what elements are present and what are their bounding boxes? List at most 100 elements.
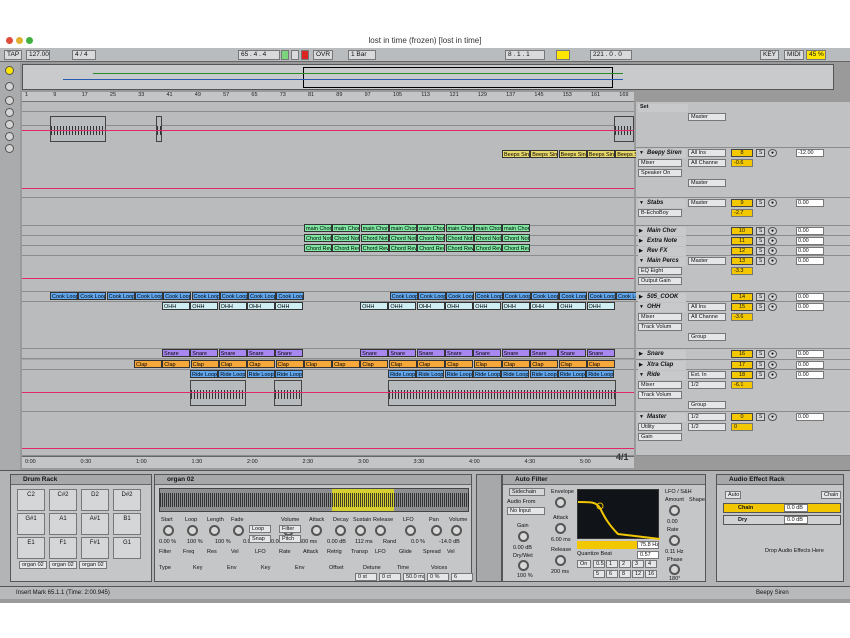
key-map-button[interactable]: KEY: [760, 50, 780, 60]
ride-loop-clip[interactable]: Ride Loop: [388, 370, 417, 378]
arm-button[interactable]: ●: [768, 247, 777, 255]
quantize-beat-button[interactable]: 16: [645, 570, 657, 578]
ohh-clip[interactable]: OHH: [388, 302, 417, 310]
simpler-param-value[interactable]: 0.00 dB: [327, 539, 346, 545]
snare-clip[interactable]: Snare: [586, 349, 615, 357]
simpler-param-value[interactable]: 112 ms: [355, 539, 373, 545]
cook-loop-clip[interactable]: Cook Loop: [474, 292, 503, 300]
param-select[interactable]: Track Volum: [638, 323, 682, 331]
folder-icon-4[interactable]: [5, 132, 14, 141]
drum-pad[interactable]: F#1: [81, 537, 109, 559]
main-chord-clip[interactable]: main Chor: [388, 224, 417, 232]
track-delay-value[interactable]: -12.00: [796, 149, 824, 157]
folder-icon-2[interactable]: [5, 108, 14, 117]
simpler-knob[interactable]: [335, 525, 346, 536]
auto-button[interactable]: Auto: [725, 491, 741, 499]
track-name[interactable]: Extra Note: [638, 237, 686, 246]
solo-button[interactable]: S: [756, 149, 765, 157]
tempo-field[interactable]: 127.00: [26, 50, 50, 60]
output-select[interactable]: Group: [688, 401, 726, 409]
snare-clip[interactable]: Snare: [445, 349, 473, 357]
arrangement-lane[interactable]: [22, 102, 634, 112]
track-name[interactable]: 505_COOK: [638, 293, 686, 302]
chain-volume[interactable]: 0.0 dB: [784, 504, 808, 512]
input-select[interactable]: Master: [688, 257, 726, 265]
ohh-clip[interactable]: OHH: [246, 302, 275, 310]
track-number[interactable]: 0: [731, 413, 753, 421]
track-delay-value[interactable]: 0.00: [796, 303, 824, 311]
chord-note-clip[interactable]: Chord Not: [304, 234, 332, 242]
quantize-beat-button[interactable]: 4: [645, 560, 657, 568]
cook-loop-clip[interactable]: Cook Loop: [502, 292, 531, 300]
quantize-beat-button[interactable]: 1: [606, 560, 618, 568]
track-header[interactable]: Master1/2 Utility 1/2 Gain 0S● 0 0.00: [636, 412, 850, 456]
drum-pad[interactable]: B1: [113, 513, 141, 535]
cook-loop-clip[interactable]: Cook Loop: [78, 292, 107, 300]
beepy-clip[interactable]: Beeps Sin: [586, 150, 615, 158]
cook-loop-clip[interactable]: Cook Loop: [276, 292, 305, 300]
ride-loop-clip[interactable]: Ride Loop: [218, 370, 247, 378]
snare-clip[interactable]: Snare: [360, 349, 389, 357]
follow-icon[interactable]: [5, 66, 14, 75]
input-select[interactable]: Master: [688, 199, 726, 207]
volume-value[interactable]: -3.3: [731, 267, 753, 275]
cook-loop-clip[interactable]: Cook Loop: [219, 292, 248, 300]
waveform-clip[interactable]: [614, 116, 634, 142]
simpler-knob[interactable]: [355, 525, 366, 536]
input-select[interactable]: 1/2: [688, 413, 726, 421]
track-name[interactable]: Rev FX: [638, 247, 686, 256]
track-name[interactable]: Stabs: [638, 199, 686, 208]
q-value[interactable]: 0.57: [637, 551, 659, 559]
track-header[interactable]: Master: [636, 112, 850, 148]
track-header[interactable]: Extra Note 11S● 0.00: [636, 236, 850, 246]
chord-note-clip[interactable]: Chord Not: [502, 234, 531, 242]
clap-clip[interactable]: Clap: [303, 360, 332, 368]
simpler-bottom-value[interactable]: 0 %: [427, 573, 449, 581]
track-delay-value[interactable]: 0.00: [796, 199, 824, 207]
beat-ruler[interactable]: 1 9 17 25 33 41 49 57 65 73 81 89 97 105 113 121 129 137 1…: [22, 92, 634, 102]
track-number[interactable]: 13: [731, 257, 753, 265]
amount-value[interactable]: 0.00: [667, 519, 678, 525]
ride-loop-clip[interactable]: Ride Loop: [416, 370, 445, 378]
beepy-clip[interactable]: Beeps Sin: [558, 150, 587, 158]
sample-waveform[interactable]: [159, 488, 470, 512]
arm-button[interactable]: ●: [768, 227, 777, 235]
chord-rev-clip[interactable]: Chord Rev: [502, 244, 531, 252]
track-number[interactable]: 16: [731, 350, 753, 358]
drop-zone[interactable]: Drop Audio Effects Here: [765, 548, 824, 554]
cook-loop-clip[interactable]: Cook Loop: [248, 292, 277, 300]
chord-note-clip[interactable]: Chord Not: [360, 234, 389, 242]
simpler-param-value[interactable]: -14.0 dB: [439, 539, 460, 545]
simpler-button[interactable]: Filter: [279, 525, 301, 533]
track-header[interactable]: Snare 16S● 0.00: [636, 349, 850, 360]
arm-button[interactable]: ●: [768, 371, 777, 379]
phase-knob[interactable]: [669, 564, 680, 575]
solo-button[interactable]: S: [756, 237, 765, 245]
volume-value[interactable]: -2.7: [731, 209, 753, 217]
simpler-knob[interactable]: [311, 525, 322, 536]
dry-volume[interactable]: 0.0 dB: [784, 516, 808, 524]
solo-button[interactable]: S: [756, 227, 765, 235]
track-header[interactable]: OHHAll Ins Mixer All Channe Track Volum Grou…: [636, 302, 850, 349]
drum-pad[interactable]: A#1: [81, 513, 109, 535]
stop-button[interactable]: [291, 50, 299, 60]
waveform-clip[interactable]: [156, 116, 162, 142]
ride-loop-clip[interactable]: Ride Loop: [529, 370, 558, 378]
snare-clip[interactable]: Snare: [190, 349, 219, 357]
ride-waveform[interactable]: [388, 380, 616, 406]
solo-button[interactable]: S: [756, 303, 765, 311]
clap-clip[interactable]: Clap: [530, 360, 559, 368]
ride-waveform[interactable]: [274, 380, 302, 406]
track-header[interactable]: Beepy SirenAll Ins Mixer All Channe Speaker…: [636, 148, 850, 198]
loop-switch[interactable]: [556, 50, 570, 60]
simpler-knob[interactable]: [431, 525, 442, 536]
release-value[interactable]: 200 ms: [551, 569, 569, 575]
device-select[interactable]: Utility: [638, 423, 682, 431]
ride-waveform[interactable]: [190, 380, 246, 406]
pad-slot[interactable]: organ 02: [79, 561, 107, 569]
track-delay-value[interactable]: 0.00: [796, 413, 824, 421]
ohh-clip[interactable]: OHH: [190, 302, 219, 310]
cook-loop-clip[interactable]: Cook Loop: [389, 292, 418, 300]
snare-clip[interactable]: Snare: [162, 349, 190, 357]
device-select[interactable]: Mixer: [638, 381, 682, 389]
